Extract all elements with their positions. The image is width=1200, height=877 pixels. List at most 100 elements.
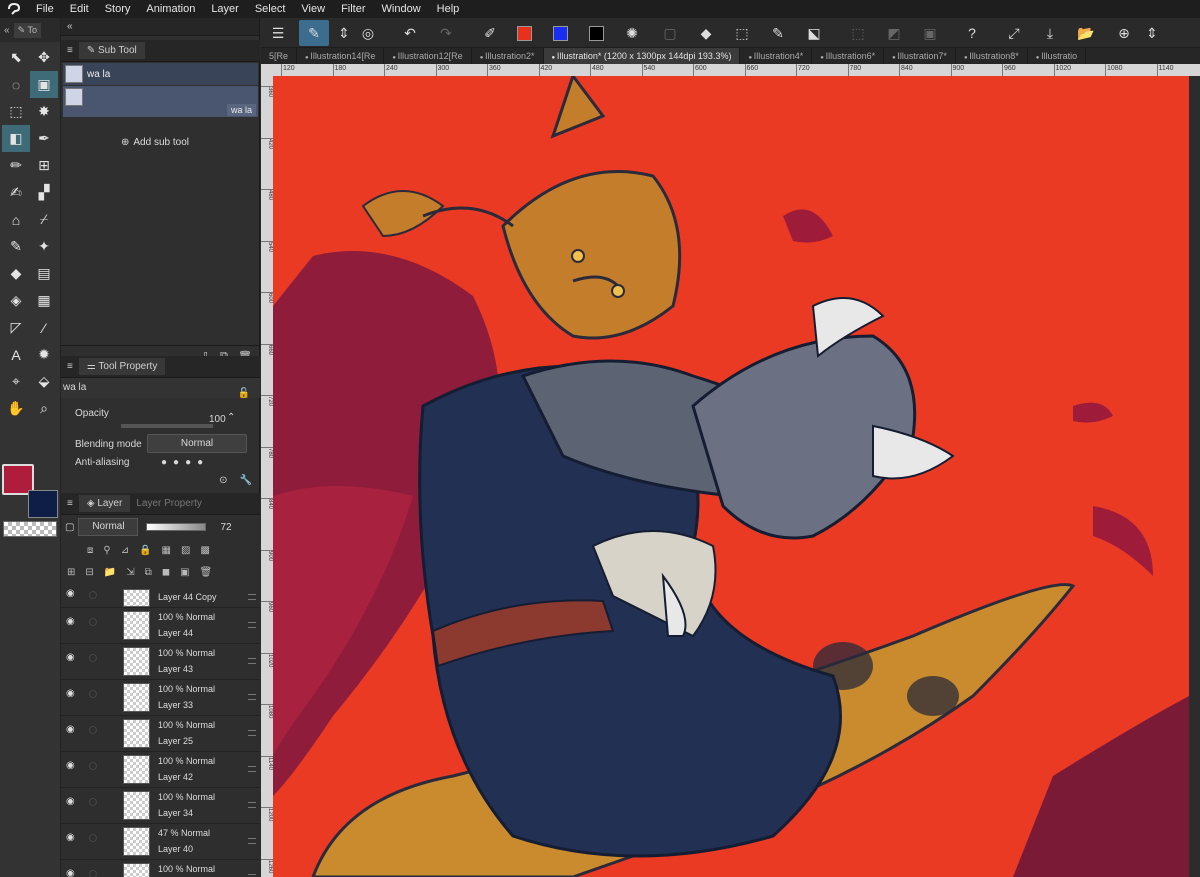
tool-frame[interactable]: ▤ — [30, 260, 58, 287]
eye-icon[interactable]: ◉ — [66, 688, 78, 699]
collapse-icon[interactable]: « — [4, 25, 10, 36]
redo-icon[interactable]: ↷ — [435, 23, 457, 43]
menu-story[interactable]: Story — [97, 0, 139, 18]
layer-tab[interactable]: ◈ Layer — [78, 495, 131, 512]
invert-icon[interactable]: ◩ — [883, 23, 905, 43]
document-tab[interactable]: ● Illustration7* — [884, 48, 956, 64]
transfer-down-icon[interactable]: ⇲ — [126, 567, 134, 578]
combine-icon[interactable]: ⧉ — [145, 567, 152, 578]
tool-property-tab[interactable]: ⚌ Tool Property — [78, 358, 166, 375]
undo-icon[interactable]: ↶ — [399, 23, 421, 43]
document-tab[interactable]: ● Illustration14[Re — [297, 48, 385, 64]
eye-icon[interactable]: ◉ — [66, 652, 78, 663]
document-tab[interactable]: ● Illustration4* — [740, 48, 813, 64]
drag-handle-icon[interactable] — [248, 658, 256, 664]
document-tab[interactable]: ● Illustratio — [1028, 48, 1087, 64]
tool-eraser[interactable]: ◆ — [2, 260, 30, 287]
palette-icon[interactable]: ▩ — [200, 545, 209, 556]
chevron-updown-icon[interactable]: ⇕ — [333, 23, 355, 43]
opacity-value[interactable]: 100 — [209, 414, 226, 425]
layer-opacity-value[interactable]: 72 — [220, 522, 231, 533]
vertical-scrollbar[interactable] — [1189, 76, 1200, 877]
subtool-item-selected[interactable]: wa la — [63, 86, 258, 117]
quick-access-icon[interactable]: ◎ — [357, 23, 379, 43]
tool-magic-wand[interactable]: ✸ — [30, 98, 58, 125]
layer-opacity-slider[interactable] — [146, 523, 207, 531]
document-tab[interactable]: ● Illustration12[Re — [384, 48, 472, 64]
layer-select-toggle[interactable] — [89, 726, 97, 734]
opacity-slider[interactable] — [121, 424, 213, 428]
select-clear-icon[interactable]: ⬚ — [847, 23, 869, 43]
wrench-icon[interactable]: 🔧 — [240, 475, 252, 486]
drag-handle-icon[interactable] — [248, 694, 256, 700]
drag-handle-icon[interactable] — [248, 622, 256, 628]
tool-3d[interactable]: ⌂ — [2, 206, 30, 233]
layer-color-icon[interactable]: ▢ — [65, 522, 74, 533]
mask-icon[interactable]: ▨ — [181, 545, 190, 556]
tool-select-icon[interactable]: ✎ — [299, 20, 329, 46]
menu-file[interactable]: File — [28, 0, 62, 18]
menu-select[interactable]: Select — [247, 0, 294, 18]
layer-select-toggle[interactable] — [89, 690, 97, 698]
color-swatch-blue[interactable] — [553, 26, 568, 41]
menu-filter[interactable]: Filter — [333, 0, 373, 18]
new-raster-layer-icon[interactable]: ⊞ — [67, 567, 75, 578]
document-tab[interactable]: ● Illustration6* — [812, 48, 885, 64]
add-subtool-button[interactable]: ⊕ Add sub tool — [121, 137, 189, 148]
eye-icon[interactable]: ◉ — [66, 616, 78, 627]
menu-window[interactable]: Window — [374, 0, 429, 18]
layer-row[interactable]: ◉ 100 % Normal Layer 25 — [61, 716, 260, 752]
layer-select-toggle[interactable] — [89, 834, 97, 842]
eye-icon[interactable]: ◉ — [66, 724, 78, 735]
tool-operation[interactable]: ⬉ — [2, 44, 30, 71]
drag-handle-icon[interactable] — [248, 802, 256, 808]
new-vector-layer-icon[interactable]: ⊟ — [85, 567, 93, 578]
tool-move[interactable]: ✥ — [30, 44, 58, 71]
sub-color-swatch[interactable] — [28, 490, 58, 518]
tool-zoom[interactable]: ⌕ — [30, 395, 58, 422]
tool-text[interactable]: A — [2, 341, 30, 368]
layer-blend-select[interactable]: Normal — [78, 518, 139, 536]
tool-hand[interactable]: ✋ — [2, 395, 30, 422]
new-file-icon[interactable]: ⊕ — [1113, 23, 1135, 43]
layer-row[interactable]: ◉ 100 % Normal Layer 42 — [61, 752, 260, 788]
transform-icon[interactable]: ⬕ — [803, 23, 825, 43]
crop-icon[interactable]: ⬚ — [731, 23, 753, 43]
clip-icon[interactable]: ⧈ — [87, 545, 93, 556]
layer-row[interactable]: ◉ 100 % Normal Layer 33 — [61, 680, 260, 716]
tool-subtool-image[interactable]: ▣ — [30, 71, 58, 98]
eye-icon[interactable]: ◉ — [66, 868, 78, 877]
layer-select-toggle[interactable] — [89, 654, 97, 662]
draft-icon[interactable]: ⊿ — [121, 545, 129, 556]
tool-fill[interactable]: ◈ — [2, 287, 30, 314]
tool-figure[interactable]: ◸ — [2, 314, 30, 341]
layer-select-toggle[interactable] — [89, 591, 97, 599]
open-folder-icon[interactable]: 📂 — [1075, 23, 1097, 43]
tool-eyedropper[interactable]: ⌿ — [30, 206, 58, 233]
collapse-icon[interactable]: « — [67, 21, 73, 32]
document-tab[interactable]: ● Illustration* (1200 x 1300px 144dpi 19… — [543, 48, 741, 64]
tool-balloon[interactable]: ✹ — [30, 341, 58, 368]
lock-icon[interactable]: 🔓 — [238, 384, 250, 404]
document-tab[interactable]: ● Illustration8* — [956, 48, 1028, 64]
layer-select-toggle[interactable] — [89, 618, 97, 626]
menu-animation[interactable]: Animation — [138, 0, 203, 18]
menu-edit[interactable]: Edit — [62, 0, 97, 18]
tool-lasso[interactable]: ◌ — [2, 71, 30, 98]
new-folder-icon[interactable]: 📁 — [104, 567, 116, 578]
drag-handle-icon[interactable] — [248, 730, 256, 736]
tool-airbrush[interactable]: ▞ — [30, 179, 58, 206]
reset-icon[interactable]: ⊙ — [219, 475, 227, 486]
layer-select-toggle[interactable] — [89, 870, 97, 877]
tool-panel-tab[interactable]: ✎ To — [13, 22, 41, 38]
antialias-options[interactable]: ●●●● — [161, 457, 209, 468]
hamburger-menu-icon[interactable]: ☰ — [267, 23, 289, 43]
tool-pencil[interactable]: ✏ — [2, 152, 30, 179]
eye-icon[interactable]: ◉ — [66, 588, 78, 599]
menu-icon[interactable]: ≡ — [67, 361, 73, 372]
pen-pressure-icon[interactable]: ✐ — [479, 23, 501, 43]
lock-icon[interactable]: 🔒 — [139, 545, 151, 556]
trash-icon[interactable]: 🗑 — [200, 567, 213, 578]
lock-transparency-icon[interactable]: ▦ — [162, 545, 171, 556]
subtool-tab[interactable]: ✎ Sub Tool — [78, 42, 145, 59]
